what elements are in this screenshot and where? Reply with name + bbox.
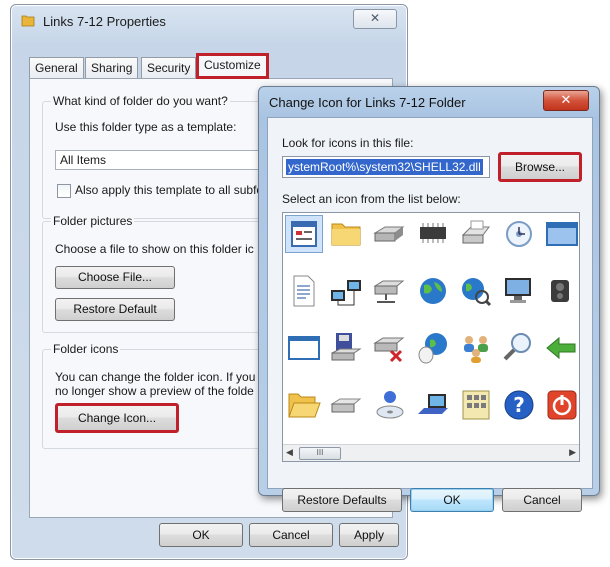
disk-drive-icon[interactable] [371, 215, 409, 253]
window-icon[interactable] [543, 215, 579, 253]
properties-titlebar[interactable]: Links 7-12 Properties ✕ [11, 5, 407, 35]
svg-text:?: ? [513, 393, 525, 417]
folder-type-question: What kind of folder do you want? [51, 94, 230, 108]
restore-default-button[interactable]: Restore Default [55, 298, 175, 321]
close-button[interactable]: ✕ [353, 9, 397, 29]
change-icon-body: Look for icons in this file: ystemRoot%\… [267, 117, 593, 512]
ok-button[interactable]: OK [159, 523, 243, 547]
network-drive-icon[interactable] [371, 272, 409, 310]
speaker-icon[interactable] [543, 272, 579, 310]
ok-button[interactable]: OK [410, 488, 494, 512]
scroll-thumb[interactable]: III [299, 447, 341, 460]
restore-defaults-button[interactable]: Restore Defaults [282, 488, 402, 512]
change-icon-button[interactable]: Change Icon... [55, 403, 179, 433]
scroll-left-icon[interactable]: ◀ [286, 447, 293, 458]
help-icon[interactable]: ? [500, 386, 538, 424]
users-network-icon[interactable] [457, 329, 495, 367]
change-icon-title: Change Icon for Links 7-12 Folder [269, 95, 466, 110]
tab-general[interactable]: General [29, 57, 84, 78]
tab-security[interactable]: Security [141, 57, 197, 78]
template-label: Use this folder type as a template: [55, 120, 237, 134]
folder-icons-legend: Folder icons [51, 342, 121, 356]
cancel-button[interactable]: Cancel [249, 523, 333, 547]
tab-sharing[interactable]: Sharing [85, 57, 139, 78]
mouse-globe-icon[interactable] [414, 329, 452, 367]
power-icon[interactable] [543, 386, 579, 424]
document-window-icon[interactable] [285, 215, 323, 253]
icon-file-path-input[interactable]: ystemRoot%\system32\SHELL32.dll [282, 156, 490, 178]
save-drive-icon[interactable] [328, 329, 366, 367]
tab-customize[interactable]: Customize [196, 53, 269, 79]
removable-drive-icon[interactable] [328, 386, 366, 424]
globe-icon[interactable] [414, 272, 452, 310]
change-icon-dialog: Change Icon for Links 7-12 Folder ✕ Look… [258, 86, 600, 512]
monitor-desk-icon[interactable] [414, 386, 452, 424]
select-icon-label: Select an icon from the list below: [282, 192, 461, 206]
green-arrow-icon[interactable] [543, 329, 579, 367]
folder-open-icon[interactable] [285, 386, 323, 424]
magnifier-icon[interactable] [500, 329, 538, 367]
browse-button[interactable]: Browse... [498, 152, 582, 182]
folder-icon [21, 15, 35, 27]
monitor-icon[interactable] [500, 272, 538, 310]
close-button[interactable]: ✕ [543, 90, 589, 111]
apply-button[interactable]: Apply [339, 523, 399, 547]
clock-cd-icon[interactable] [500, 215, 538, 253]
look-for-icons-label: Look for icons in this file: [282, 136, 414, 150]
globe-search-icon[interactable] [457, 272, 495, 310]
chip-icon[interactable] [414, 215, 452, 253]
user-cd-icon[interactable] [371, 386, 409, 424]
apply-subfolders-checkbox[interactable] [57, 184, 71, 198]
folder-pictures-description: Choose a file to show on this folder ic [55, 242, 254, 256]
cancel-button[interactable]: Cancel [502, 488, 582, 512]
horizontal-scrollbar[interactable]: ◀ III ▶ [283, 444, 579, 461]
folder-icons-text-2: no longer show a preview of the folde [55, 384, 254, 398]
folder-pictures-legend: Folder pictures [51, 214, 135, 228]
properties-title: Links 7-12 Properties [43, 14, 166, 29]
control-panel-icon[interactable] [457, 386, 495, 424]
choose-file-button[interactable]: Choose File... [55, 266, 175, 289]
folder-icons-text-1: You can change the folder icon. If you [55, 370, 256, 384]
apply-subfolders-label: Also apply this template to all subfo [75, 183, 264, 197]
printer-icon[interactable] [457, 215, 495, 253]
empty-window-icon[interactable] [285, 329, 323, 367]
icon-list[interactable]: ? ◀ III ▶ [282, 212, 580, 462]
icon-file-path-value: ystemRoot%\system32\SHELL32.dll [286, 159, 483, 175]
network-drive-disconnected-icon[interactable] [371, 329, 409, 367]
text-document-icon[interactable] [285, 272, 323, 310]
network-computers-icon[interactable] [328, 272, 366, 310]
scroll-right-icon[interactable]: ▶ [569, 447, 576, 458]
folder-icon[interactable] [328, 215, 366, 253]
